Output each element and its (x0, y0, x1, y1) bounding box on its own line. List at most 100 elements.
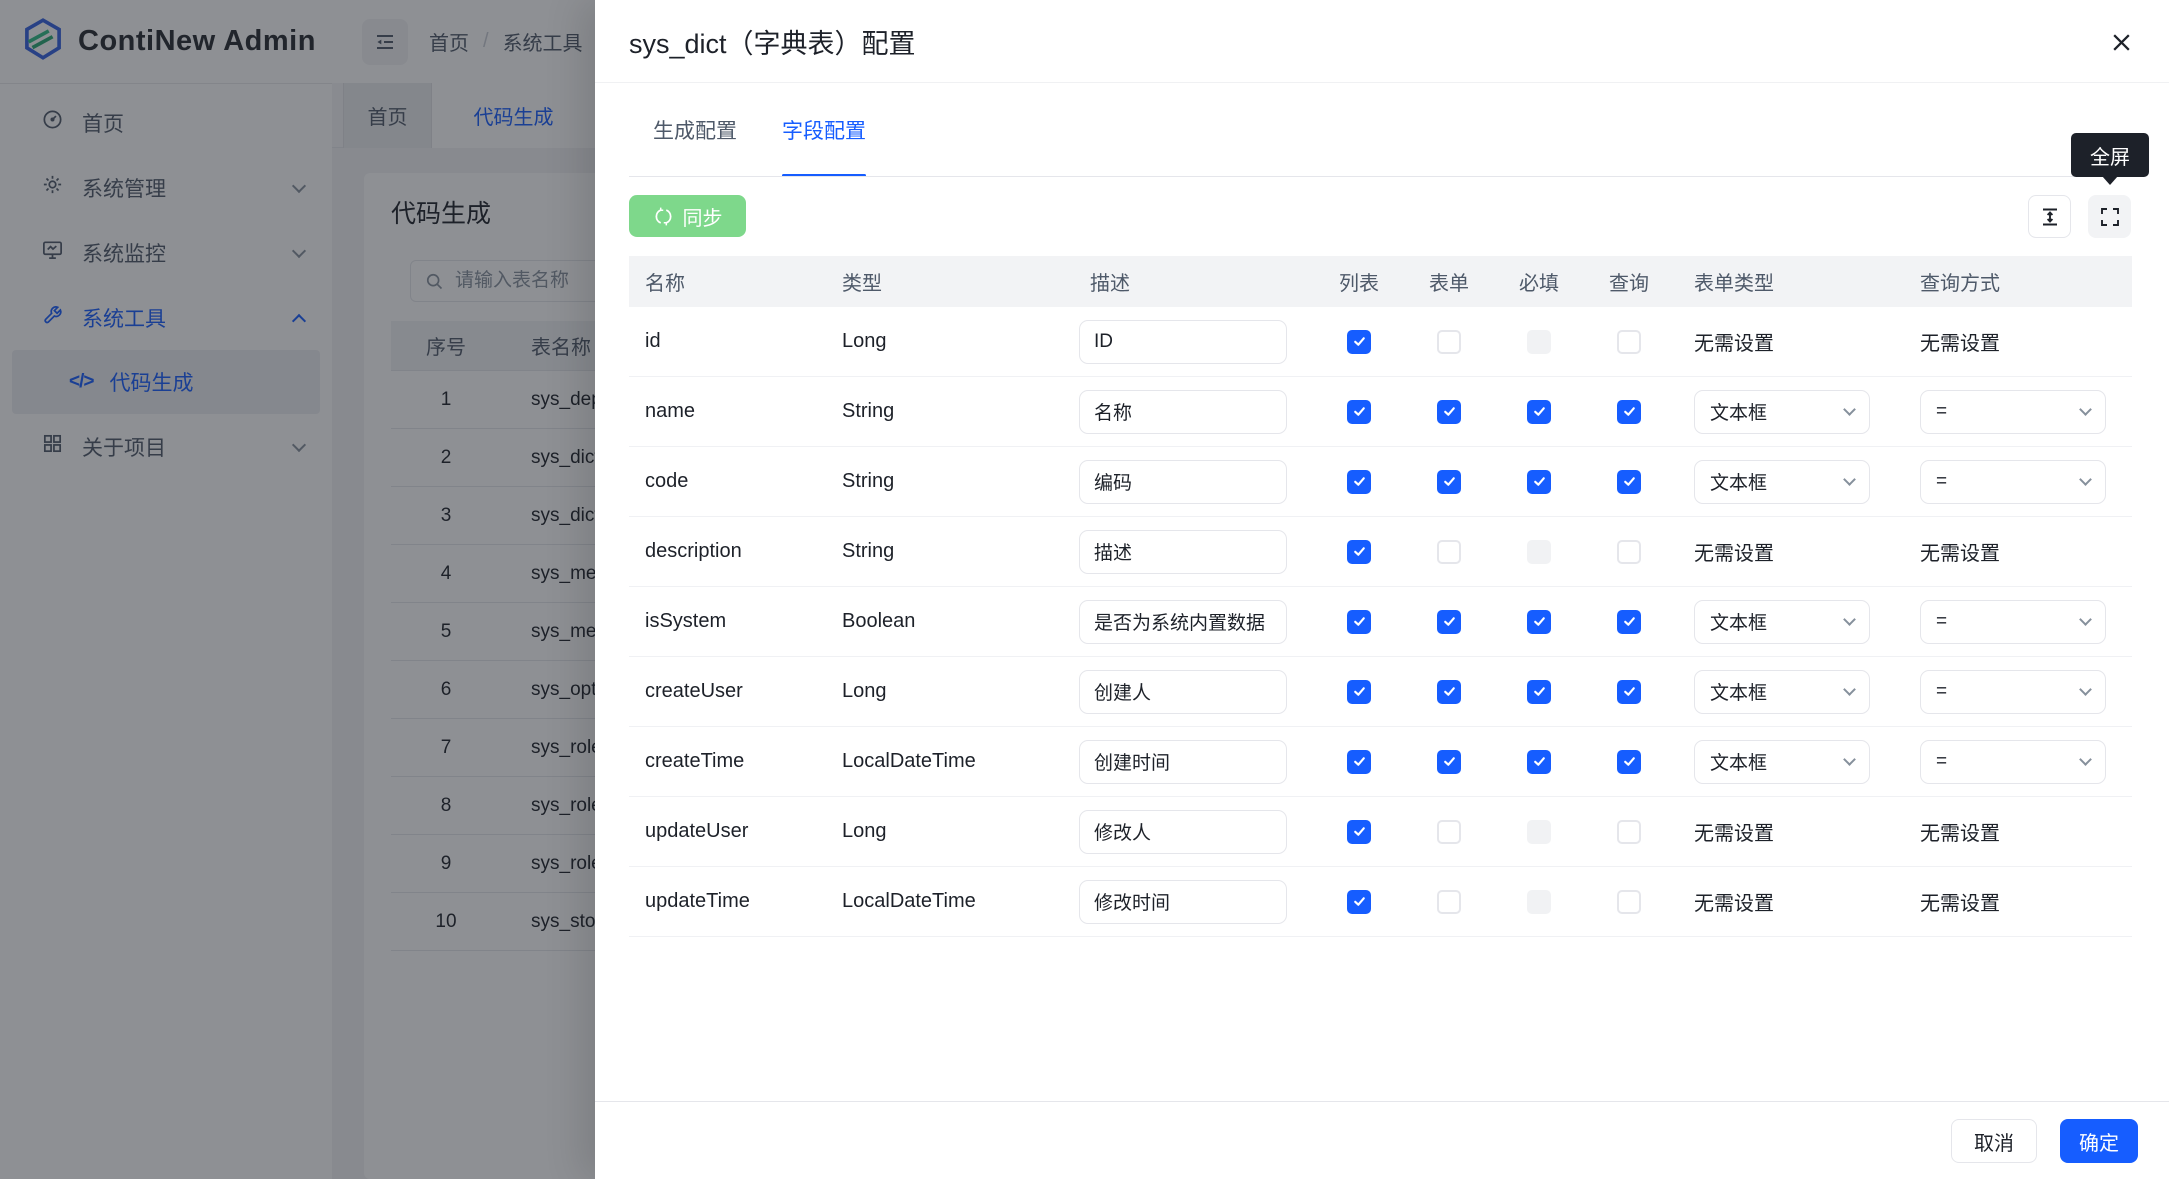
checkbox-cell (1494, 680, 1584, 704)
sync-button[interactable]: 同步 (629, 195, 746, 237)
field-name: id (629, 330, 839, 353)
select-cell: 文本框 (1674, 740, 1899, 784)
list-checkbox[interactable] (1347, 470, 1371, 494)
required-checkbox[interactable] (1527, 400, 1551, 424)
query-checkbox[interactable] (1617, 750, 1641, 774)
tab-generate-config[interactable]: 生成配置 (653, 83, 737, 177)
query-checkbox[interactable] (1617, 400, 1641, 424)
query-checkbox[interactable] (1617, 330, 1641, 354)
field-row: descriptionString无需设置无需设置 (629, 517, 2132, 587)
checkbox-cell (1314, 470, 1404, 494)
description-input[interactable] (1079, 880, 1287, 924)
query-checkbox[interactable] (1617, 470, 1641, 494)
form-checkbox[interactable] (1437, 540, 1461, 564)
fullscreen-tooltip: 全屏 (2071, 133, 2149, 177)
form-checkbox[interactable] (1437, 820, 1461, 844)
query-type-select[interactable]: = (1920, 600, 2106, 644)
field-row: createUserLong文本框= (629, 657, 2132, 727)
query-type-select[interactable]: = (1920, 460, 2106, 504)
fullscreen-button[interactable] (2088, 195, 2131, 238)
form-type-select[interactable]: 文本框 (1694, 740, 1870, 784)
field-name: createUser (629, 680, 839, 703)
list-checkbox[interactable] (1347, 330, 1371, 354)
form-checkbox[interactable] (1437, 890, 1461, 914)
form-checkbox[interactable] (1437, 470, 1461, 494)
checkbox-cell (1494, 540, 1584, 564)
checkbox-cell (1314, 680, 1404, 704)
list-checkbox[interactable] (1347, 540, 1371, 564)
field-type: String (839, 400, 1074, 423)
form-checkbox[interactable] (1437, 610, 1461, 634)
form-checkbox[interactable] (1437, 330, 1461, 354)
form-type-select[interactable]: 文本框 (1694, 390, 1870, 434)
query-type-select[interactable]: = (1920, 740, 2106, 784)
chevron-down-icon (2079, 753, 2092, 766)
checkbox-cell (1584, 470, 1674, 494)
select-value: 文本框 (1710, 468, 1767, 495)
no-setting-label: 无需设置 (1694, 823, 1774, 845)
checkbox-cell (1584, 400, 1674, 424)
cancel-button[interactable]: 取消 (1951, 1119, 2037, 1163)
list-checkbox[interactable] (1347, 750, 1371, 774)
form-checkbox[interactable] (1437, 680, 1461, 704)
confirm-button[interactable]: 确定 (2060, 1119, 2138, 1163)
field-name: updateTime (629, 890, 839, 913)
query-type-select[interactable]: = (1920, 390, 2106, 434)
query-checkbox[interactable] (1617, 890, 1641, 914)
no-setting-label: 无需设置 (1920, 543, 2000, 565)
description-input[interactable] (1079, 390, 1287, 434)
field-type: Long (839, 330, 1074, 353)
checkbox-cell (1404, 820, 1494, 844)
no-setting-label: 无需设置 (1920, 823, 2000, 845)
select-value: 文本框 (1710, 608, 1767, 635)
required-checkbox[interactable] (1527, 470, 1551, 494)
form-type-select[interactable]: 文本框 (1694, 600, 1870, 644)
form-checkbox[interactable] (1437, 400, 1461, 424)
tab-field-config[interactable]: 字段配置 (782, 83, 866, 177)
column-header: 表单类型 (1674, 267, 1899, 296)
description-cell (1074, 740, 1314, 784)
description-input[interactable] (1079, 530, 1287, 574)
fullscreen-icon (2098, 205, 2122, 229)
checkbox-cell (1314, 750, 1404, 774)
list-checkbox[interactable] (1347, 890, 1371, 914)
select-value: 文本框 (1710, 398, 1767, 425)
field-type: LocalDateTime (839, 750, 1074, 773)
required-checkbox[interactable] (1527, 680, 1551, 704)
field-row: isSystemBoolean文本框= (629, 587, 2132, 657)
checkbox-cell (1494, 470, 1584, 494)
form-type-select[interactable]: 文本框 (1694, 670, 1870, 714)
query-checkbox[interactable] (1617, 540, 1641, 564)
checkbox-cell (1494, 330, 1584, 354)
required-checkbox (1527, 890, 1551, 914)
description-input[interactable] (1079, 320, 1287, 364)
form-type-select[interactable]: 文本框 (1694, 460, 1870, 504)
form-checkbox[interactable] (1437, 750, 1461, 774)
select-cell: 文本框 (1674, 460, 1899, 504)
description-input[interactable] (1079, 740, 1287, 784)
description-input[interactable] (1079, 810, 1287, 854)
list-checkbox[interactable] (1347, 610, 1371, 634)
drawer-footer: 取消 确定 (595, 1101, 2169, 1179)
query-checkbox[interactable] (1617, 610, 1641, 634)
select-value: = (1936, 471, 1947, 493)
drawer-title: sys_dict（字典表）配置 (629, 22, 916, 61)
row-height-button[interactable] (2028, 195, 2071, 238)
query-checkbox[interactable] (1617, 680, 1641, 704)
field-config-table: 名称 类型 描述 列表 表单 必填 查询 表单类型 查询方式 idLong无需设… (629, 256, 2132, 937)
description-input[interactable] (1079, 670, 1287, 714)
no-setting-label: 无需设置 (1920, 333, 2000, 355)
close-button[interactable] (2101, 22, 2141, 62)
required-checkbox[interactable] (1527, 610, 1551, 634)
list-checkbox[interactable] (1347, 820, 1371, 844)
query-checkbox[interactable] (1617, 820, 1641, 844)
query-type-select[interactable]: = (1920, 670, 2106, 714)
list-checkbox[interactable] (1347, 400, 1371, 424)
required-checkbox[interactable] (1527, 750, 1551, 774)
field-name: createTime (629, 750, 839, 773)
list-checkbox[interactable] (1347, 680, 1371, 704)
description-input[interactable] (1079, 460, 1287, 504)
checkbox-cell (1584, 750, 1674, 774)
sync-icon (653, 206, 674, 227)
description-input[interactable] (1079, 600, 1287, 644)
